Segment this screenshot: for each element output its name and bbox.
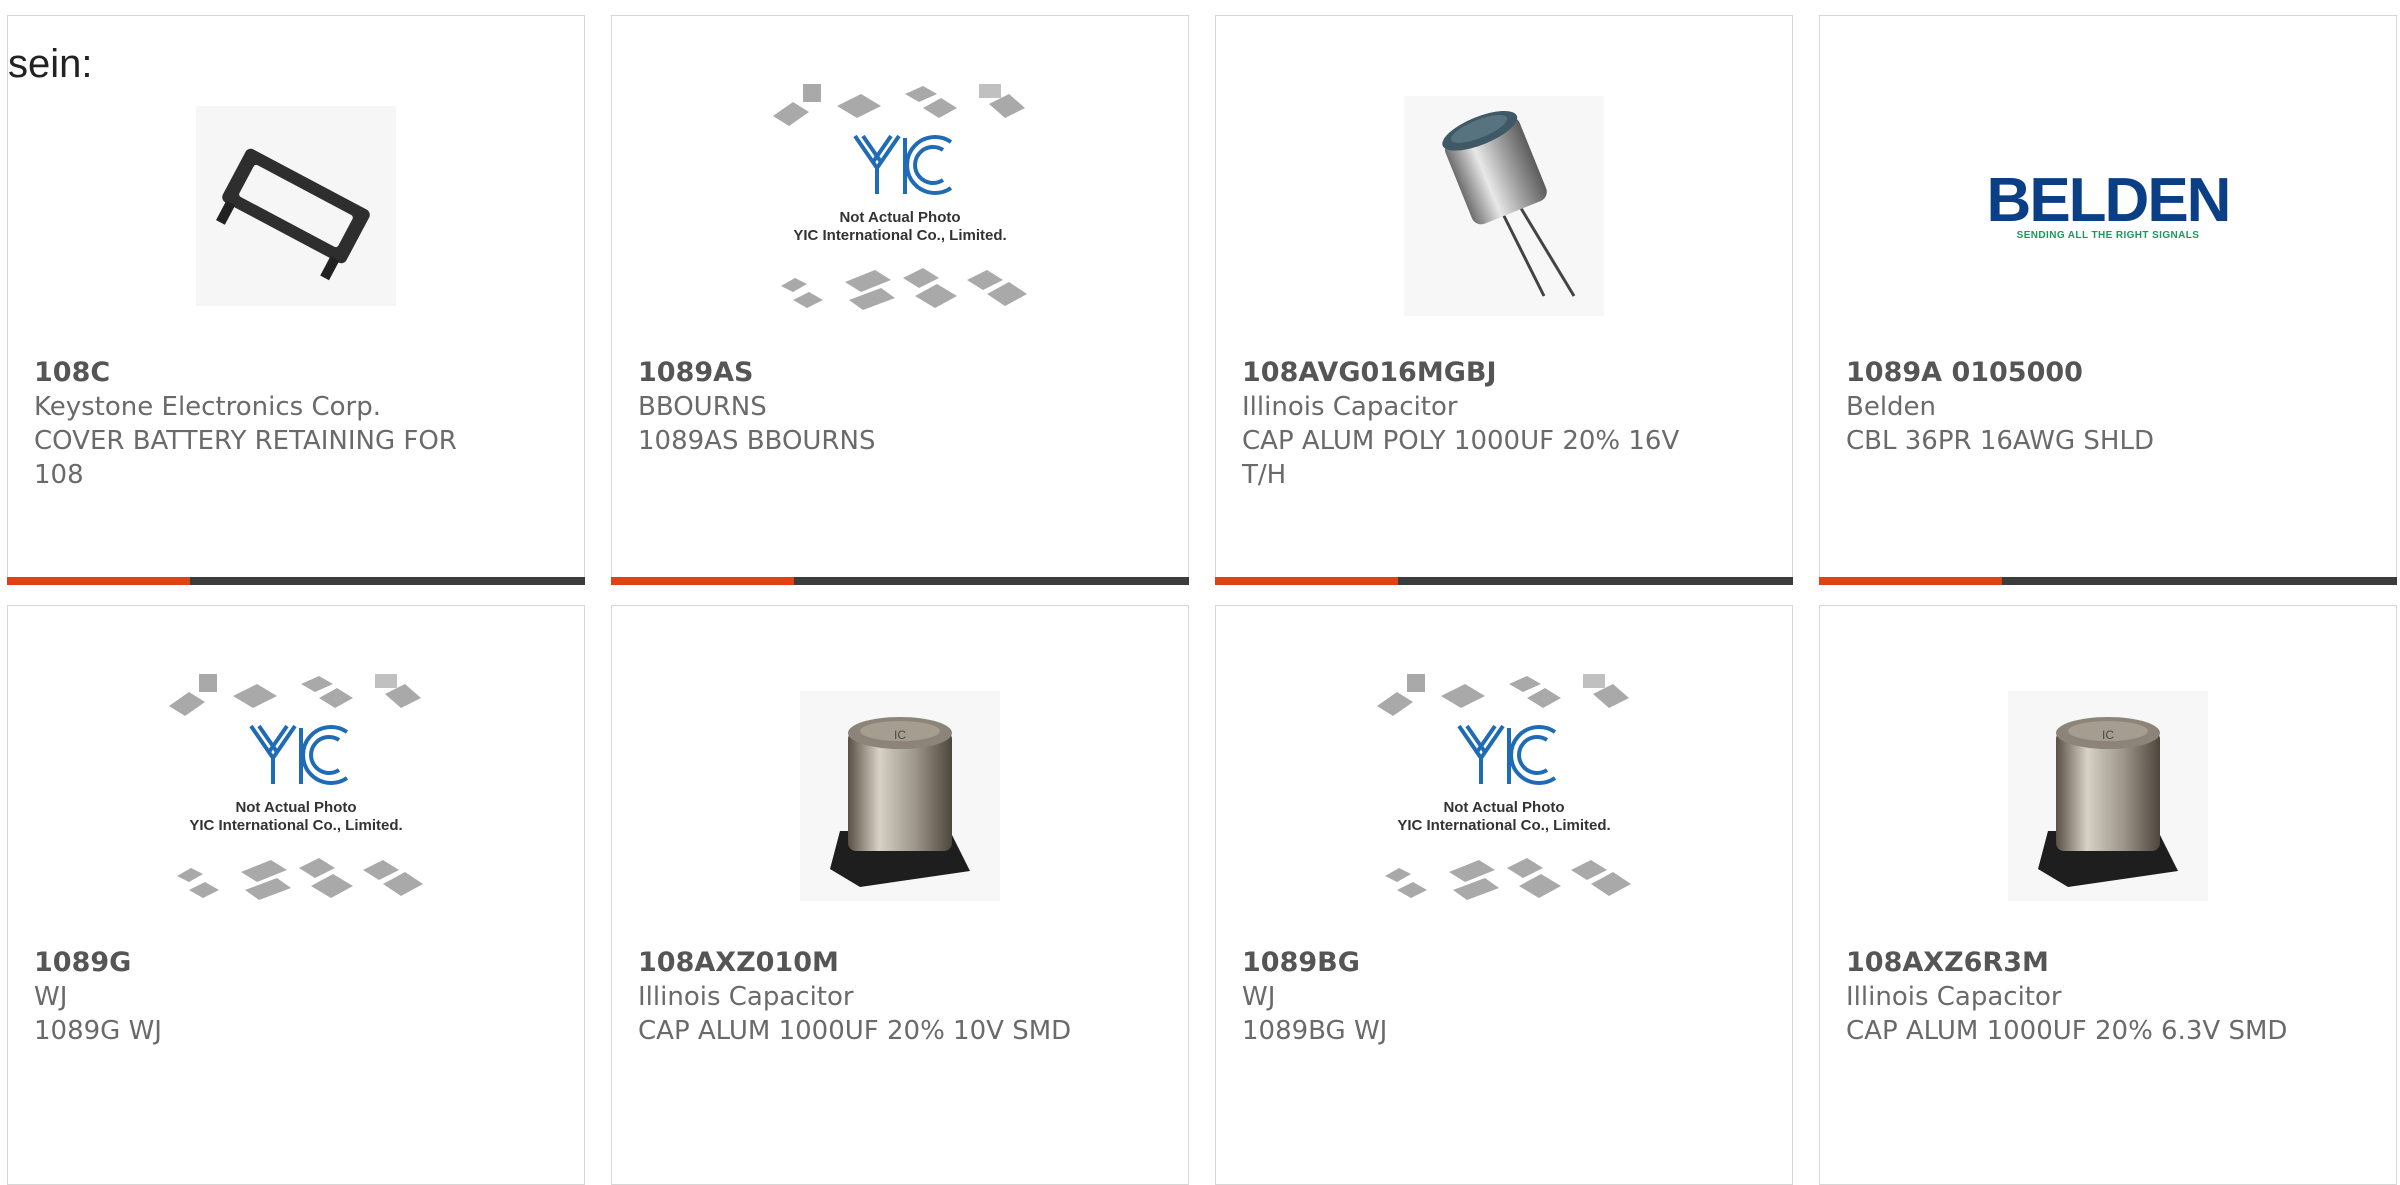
description: COVER BATTERY RETAINING FOR 108	[34, 426, 457, 490]
product-card[interactable]: Not Actual Photo YIC International Co., …	[611, 15, 1189, 585]
card-underline	[1215, 577, 1793, 585]
card-underline-accent	[1819, 577, 2002, 585]
intro-text: sein:	[8, 42, 93, 86]
product-image	[156, 56, 436, 356]
product-card[interactable]: 108C Keystone Electronics Corp. COVER BA…	[7, 15, 585, 585]
smd-capacitor-icon: IC	[800, 691, 1000, 901]
part-number[interactable]: 108AXZ010M	[638, 946, 1162, 980]
part-number[interactable]: 1089G	[34, 946, 558, 980]
product-card[interactable]: Not Actual Photo YIC International Co., …	[7, 605, 585, 1185]
product-card[interactable]: IC 108AXZ010M Illinois Capacitor CAP ALU…	[611, 605, 1189, 1185]
belden-logo: BELDEN SENDING ALL THE RIGHT SIGNALS	[1986, 165, 2232, 241]
description: 1089BG WJ	[1242, 1016, 1388, 1046]
manufacturer: Illinois Capacitor	[638, 982, 854, 1012]
description: 1089AS BBOURNS	[638, 426, 876, 456]
part-number[interactable]: 1089AS	[638, 356, 1162, 390]
manufacturer: Illinois Capacitor	[1846, 982, 2062, 1012]
part-number[interactable]: 108AXZ6R3M	[1846, 946, 2370, 980]
part-number[interactable]: 1089BG	[1242, 946, 1766, 980]
card-underline-accent	[611, 577, 794, 585]
description: 1089G WJ	[34, 1016, 162, 1046]
description: CAP ALUM 1000UF 20% 10V SMD	[638, 1016, 1072, 1046]
svg-text:IC: IC	[894, 728, 906, 742]
placeholder-caption-1: Not Actual Photo	[235, 799, 356, 816]
placeholder-caption-1: Not Actual Photo	[1443, 799, 1564, 816]
part-number[interactable]: 108AVG016MGBJ	[1242, 356, 1766, 390]
product-image: IC	[760, 646, 1040, 946]
card-underline	[1819, 577, 2397, 585]
product-image: IC	[1968, 646, 2248, 946]
belden-wordmark: BELDEN	[1986, 165, 2232, 235]
product-image: Not Actual Photo YIC International Co., …	[1364, 646, 1644, 946]
description: CBL 36PR 16AWG SHLD	[1846, 426, 2154, 456]
product-image: BELDEN SENDING ALL THE RIGHT SIGNALS	[1968, 56, 2248, 356]
card-underline-accent	[7, 577, 190, 585]
product-card[interactable]: Not Actual Photo YIC International Co., …	[1215, 605, 1793, 1185]
card-underline-accent	[1215, 577, 1398, 585]
product-card[interactable]: 108AVG016MGBJ Illinois Capacitor CAP ALU…	[1215, 15, 1793, 585]
manufacturer: Belden	[1846, 392, 1937, 422]
manufacturer: WJ	[1242, 982, 1276, 1012]
product-image: Not Actual Photo YIC International Co., …	[760, 56, 1040, 356]
manufacturer: BBOURNS	[638, 392, 767, 422]
manufacturer: Keystone Electronics Corp.	[34, 392, 382, 422]
product-image: Not Actual Photo YIC International Co., …	[156, 646, 436, 946]
card-underline	[7, 577, 585, 585]
yic-placeholder-icon: Not Actual Photo YIC International Co., …	[773, 84, 1027, 310]
placeholder-caption-1: Not Actual Photo	[839, 209, 960, 226]
placeholder-caption-2: YIC International Co., Limited.	[793, 227, 1006, 244]
yic-placeholder-icon: Not Actual Photo YIC International Co., …	[169, 674, 423, 900]
svg-text:IC: IC	[2102, 728, 2114, 742]
through-hole-capacitor-icon	[1404, 96, 1604, 316]
smd-capacitor-icon: IC	[2008, 691, 2208, 901]
manufacturer: WJ	[34, 982, 68, 1012]
battery-retainer-cover-icon	[196, 106, 396, 306]
product-image	[1364, 56, 1644, 356]
product-card[interactable]: IC 108AXZ6R3M Illinois Capacitor CAP ALU…	[1819, 605, 2397, 1185]
description: CAP ALUM 1000UF 20% 6.3V SMD	[1846, 1016, 2288, 1046]
part-number[interactable]: 108C	[34, 356, 558, 390]
placeholder-caption-2: YIC International Co., Limited.	[1397, 817, 1610, 834]
part-number[interactable]: 1089A 0105000	[1846, 356, 2370, 390]
product-card[interactable]: BELDEN SENDING ALL THE RIGHT SIGNALS 108…	[1819, 15, 2397, 585]
card-underline	[611, 577, 1189, 585]
placeholder-caption-2: YIC International Co., Limited.	[189, 817, 402, 834]
description: CAP ALUM POLY 1000UF 20% 16V T/H	[1242, 426, 1680, 490]
yic-placeholder-icon: Not Actual Photo YIC International Co., …	[1377, 674, 1631, 900]
manufacturer: Illinois Capacitor	[1242, 392, 1458, 422]
belden-tagline: SENDING ALL THE RIGHT SIGNALS	[2016, 229, 2200, 241]
